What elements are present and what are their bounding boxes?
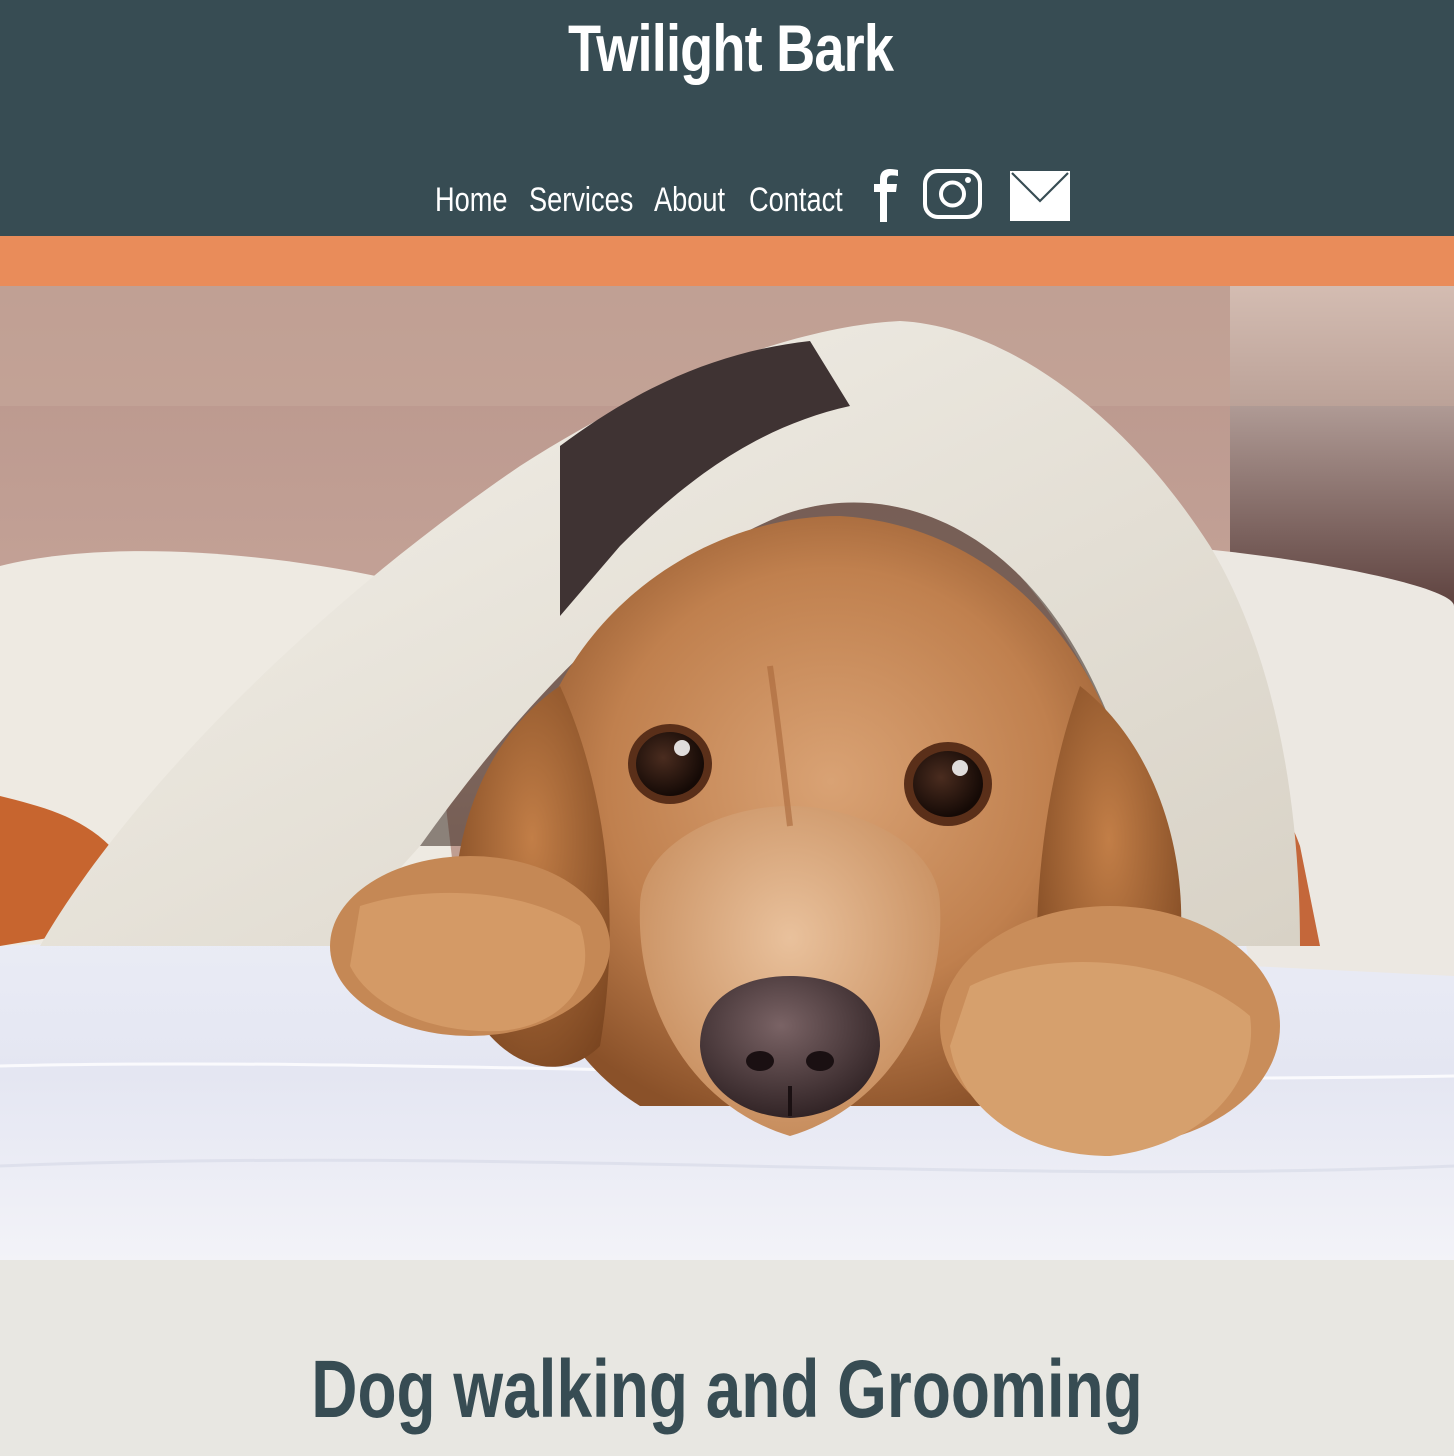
nav-item-services[interactable]: Services xyxy=(529,178,633,222)
nav-item-home[interactable]: Home xyxy=(435,178,508,222)
hero-dog-photo xyxy=(0,286,1454,1260)
instagram-icon[interactable] xyxy=(922,169,984,221)
site-header: Twilight Bark Home Services About Contac… xyxy=(0,0,1454,236)
intro-section: Dog walking and Grooming xyxy=(0,1260,1454,1456)
nav-item-contact[interactable]: Contact xyxy=(749,178,843,222)
site-title[interactable]: Twilight Bark xyxy=(134,8,1326,88)
mail-icon[interactable] xyxy=(1009,170,1071,222)
facebook-icon[interactable] xyxy=(868,168,904,224)
main-nav: Home Services About Contact xyxy=(0,169,1454,232)
hero-image xyxy=(0,286,1454,1260)
accent-stripe xyxy=(0,236,1454,286)
section-heading: Dog walking and Grooming xyxy=(311,1344,1143,1435)
nav-item-about[interactable]: About xyxy=(654,178,725,222)
